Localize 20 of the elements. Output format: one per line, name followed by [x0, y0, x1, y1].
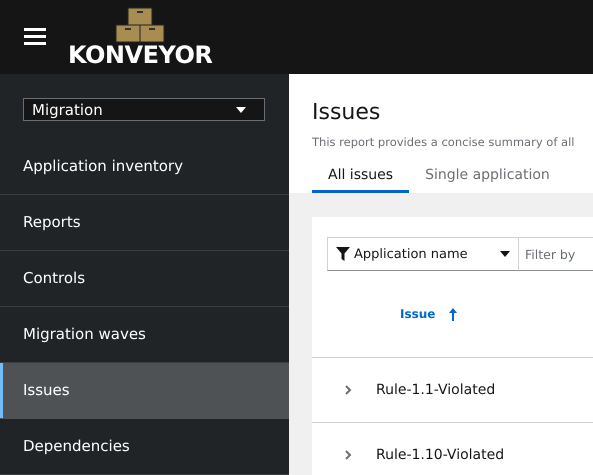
- page-description: This report provides a concise summary of all: [312, 135, 576, 149]
- brand-logo-text: KONVEYOR: [68, 43, 212, 67]
- caret-icon: [236, 106, 246, 112]
- menu-icon[interactable]: [24, 28, 46, 46]
- page-title: Issues: [312, 100, 382, 125]
- perspective-dropdown[interactable]: Migration: [23, 98, 265, 121]
- table-cell: Rule-1.10-Violated: [376, 447, 504, 463]
- filter-input-field[interactable]: Filter by: [519, 237, 593, 271]
- filter-icon: [336, 247, 350, 261]
- table-cell: Rule-1.1-Violated: [376, 382, 496, 398]
- nav-item[interactable]: Issues: [0, 363, 289, 419]
- chevron-right-icon: [345, 385, 352, 395]
- filter-category-dropdown[interactable]: Application name: [327, 237, 519, 271]
- tab[interactable]: All issues: [312, 159, 410, 193]
- boxes-logo-icon: [115, 7, 166, 43]
- caret-icon: [500, 251, 510, 257]
- tab[interactable]: Single application: [409, 159, 566, 193]
- column-header[interactable]: Issue: [400, 307, 458, 321]
- chevron-right-icon: [345, 450, 352, 460]
- sort-ascending-icon: [449, 308, 458, 320]
